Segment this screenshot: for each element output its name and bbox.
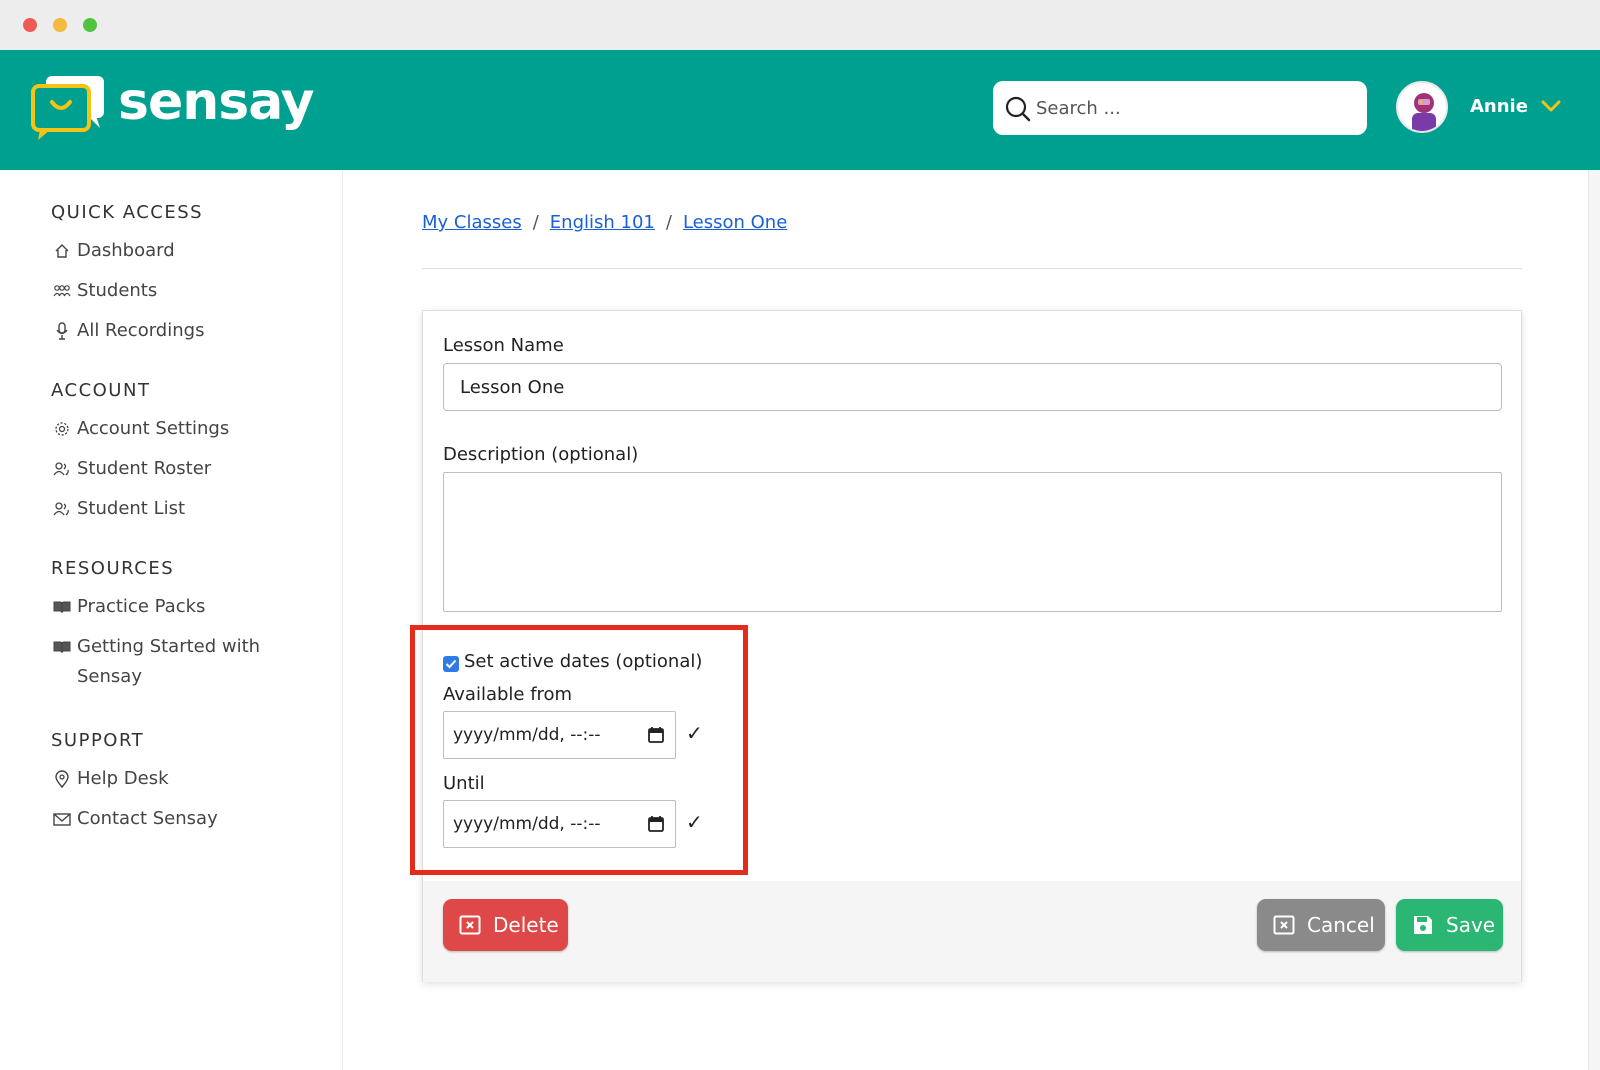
sidebar-section-title: QUICK ACCESS bbox=[51, 202, 204, 223]
sidebar-item-student-roster[interactable]: Student Roster bbox=[53, 454, 323, 484]
sidebar-item-label: Student List bbox=[77, 498, 186, 519]
save-button-label: Save bbox=[1446, 913, 1496, 937]
close-box-icon bbox=[459, 915, 481, 935]
sidebar-item-label: Students bbox=[77, 280, 158, 301]
close-box-icon bbox=[1273, 915, 1295, 935]
sidebar-item-account-settings[interactable]: Account Settings bbox=[53, 414, 323, 444]
app-header: sensay Annie bbox=[0, 50, 1600, 170]
window-minimize-button[interactable] bbox=[53, 18, 67, 32]
cancel-button[interactable]: Cancel bbox=[1257, 899, 1385, 951]
description-textarea[interactable] bbox=[443, 472, 1502, 612]
search-box[interactable] bbox=[993, 81, 1367, 135]
chevron-down-icon[interactable] bbox=[1540, 98, 1562, 114]
window-close-button[interactable] bbox=[23, 18, 37, 32]
lesson-name-input[interactable] bbox=[443, 363, 1502, 411]
sidebar-item-contact-sensay[interactable]: Contact Sensay bbox=[53, 804, 323, 834]
sidebar-item-label: Getting Started with Sensay bbox=[77, 636, 261, 687]
brand-name[interactable]: sensay bbox=[118, 72, 315, 132]
microphone-icon bbox=[53, 316, 71, 346]
sidebar-item-label: Contact Sensay bbox=[77, 808, 218, 829]
sidebar-item-label: Student Roster bbox=[77, 458, 212, 479]
sidebar-item-students[interactable]: Students bbox=[53, 276, 323, 306]
search-input[interactable] bbox=[1036, 90, 1354, 126]
sidebar-item-label: Dashboard bbox=[77, 240, 175, 261]
delete-button[interactable]: Delete bbox=[443, 899, 568, 951]
avatar[interactable] bbox=[1396, 81, 1448, 133]
envelope-icon bbox=[53, 804, 71, 834]
sensay-logo-icon[interactable] bbox=[30, 72, 110, 142]
breadcrumb-link-my-classes[interactable]: My Classes bbox=[422, 212, 522, 233]
breadcrumb: My Classes / English 101 / Lesson One bbox=[422, 212, 787, 233]
breadcrumb-link-lesson-one[interactable]: Lesson One bbox=[683, 212, 787, 233]
people-icon bbox=[53, 454, 71, 484]
cancel-button-label: Cancel bbox=[1307, 913, 1375, 937]
breadcrumb-link-english-101[interactable]: English 101 bbox=[550, 212, 655, 233]
divider bbox=[422, 268, 1522, 269]
window-titlebar bbox=[0, 0, 1600, 50]
sidebar-item-practice-packs[interactable]: Practice Packs bbox=[53, 592, 323, 622]
sidebar-item-label: Help Desk bbox=[77, 768, 169, 789]
scrollbar[interactable] bbox=[1588, 170, 1600, 1070]
sidebar-item-help-desk[interactable]: Help Desk bbox=[53, 764, 323, 794]
delete-button-label: Delete bbox=[493, 913, 559, 937]
search-icon bbox=[1005, 96, 1031, 122]
description-label: Description (optional) bbox=[443, 444, 639, 465]
home-icon bbox=[53, 236, 71, 266]
sidebar-section-title: RESOURCES bbox=[51, 558, 175, 579]
book-icon bbox=[53, 592, 71, 622]
sidebar-item-dashboard[interactable]: Dashboard bbox=[53, 236, 323, 266]
sidebar-item-label: Account Settings bbox=[77, 418, 230, 439]
user-name[interactable]: Annie bbox=[1470, 96, 1528, 117]
sidebar-item-label: All Recordings bbox=[77, 320, 205, 341]
sidebar-item-all-recordings[interactable]: All Recordings bbox=[53, 316, 323, 346]
lesson-name-label: Lesson Name bbox=[443, 335, 564, 356]
sidebar-item-label: Practice Packs bbox=[77, 596, 206, 617]
sidebar: QUICK ACCESS Dashboard Students All Reco… bbox=[0, 170, 343, 1070]
breadcrumb-separator: / bbox=[665, 212, 672, 233]
sidebar-section-title: SUPPORT bbox=[51, 730, 145, 751]
avatar-image bbox=[1412, 93, 1436, 131]
group-icon bbox=[53, 276, 71, 306]
sidebar-item-getting-started[interactable]: Getting Started with Sensay bbox=[53, 632, 323, 692]
gear-icon bbox=[53, 414, 71, 444]
breadcrumb-separator: / bbox=[532, 212, 539, 233]
save-icon bbox=[1414, 916, 1432, 934]
sidebar-item-student-list[interactable]: Student List bbox=[53, 494, 323, 524]
location-pin-icon bbox=[53, 764, 71, 794]
window-maximize-button[interactable] bbox=[83, 18, 97, 32]
highlight-box bbox=[410, 625, 748, 875]
save-button[interactable]: Save bbox=[1396, 899, 1503, 951]
book-icon bbox=[53, 632, 71, 662]
sidebar-section-title: ACCOUNT bbox=[51, 380, 151, 401]
people-icon bbox=[53, 494, 71, 524]
